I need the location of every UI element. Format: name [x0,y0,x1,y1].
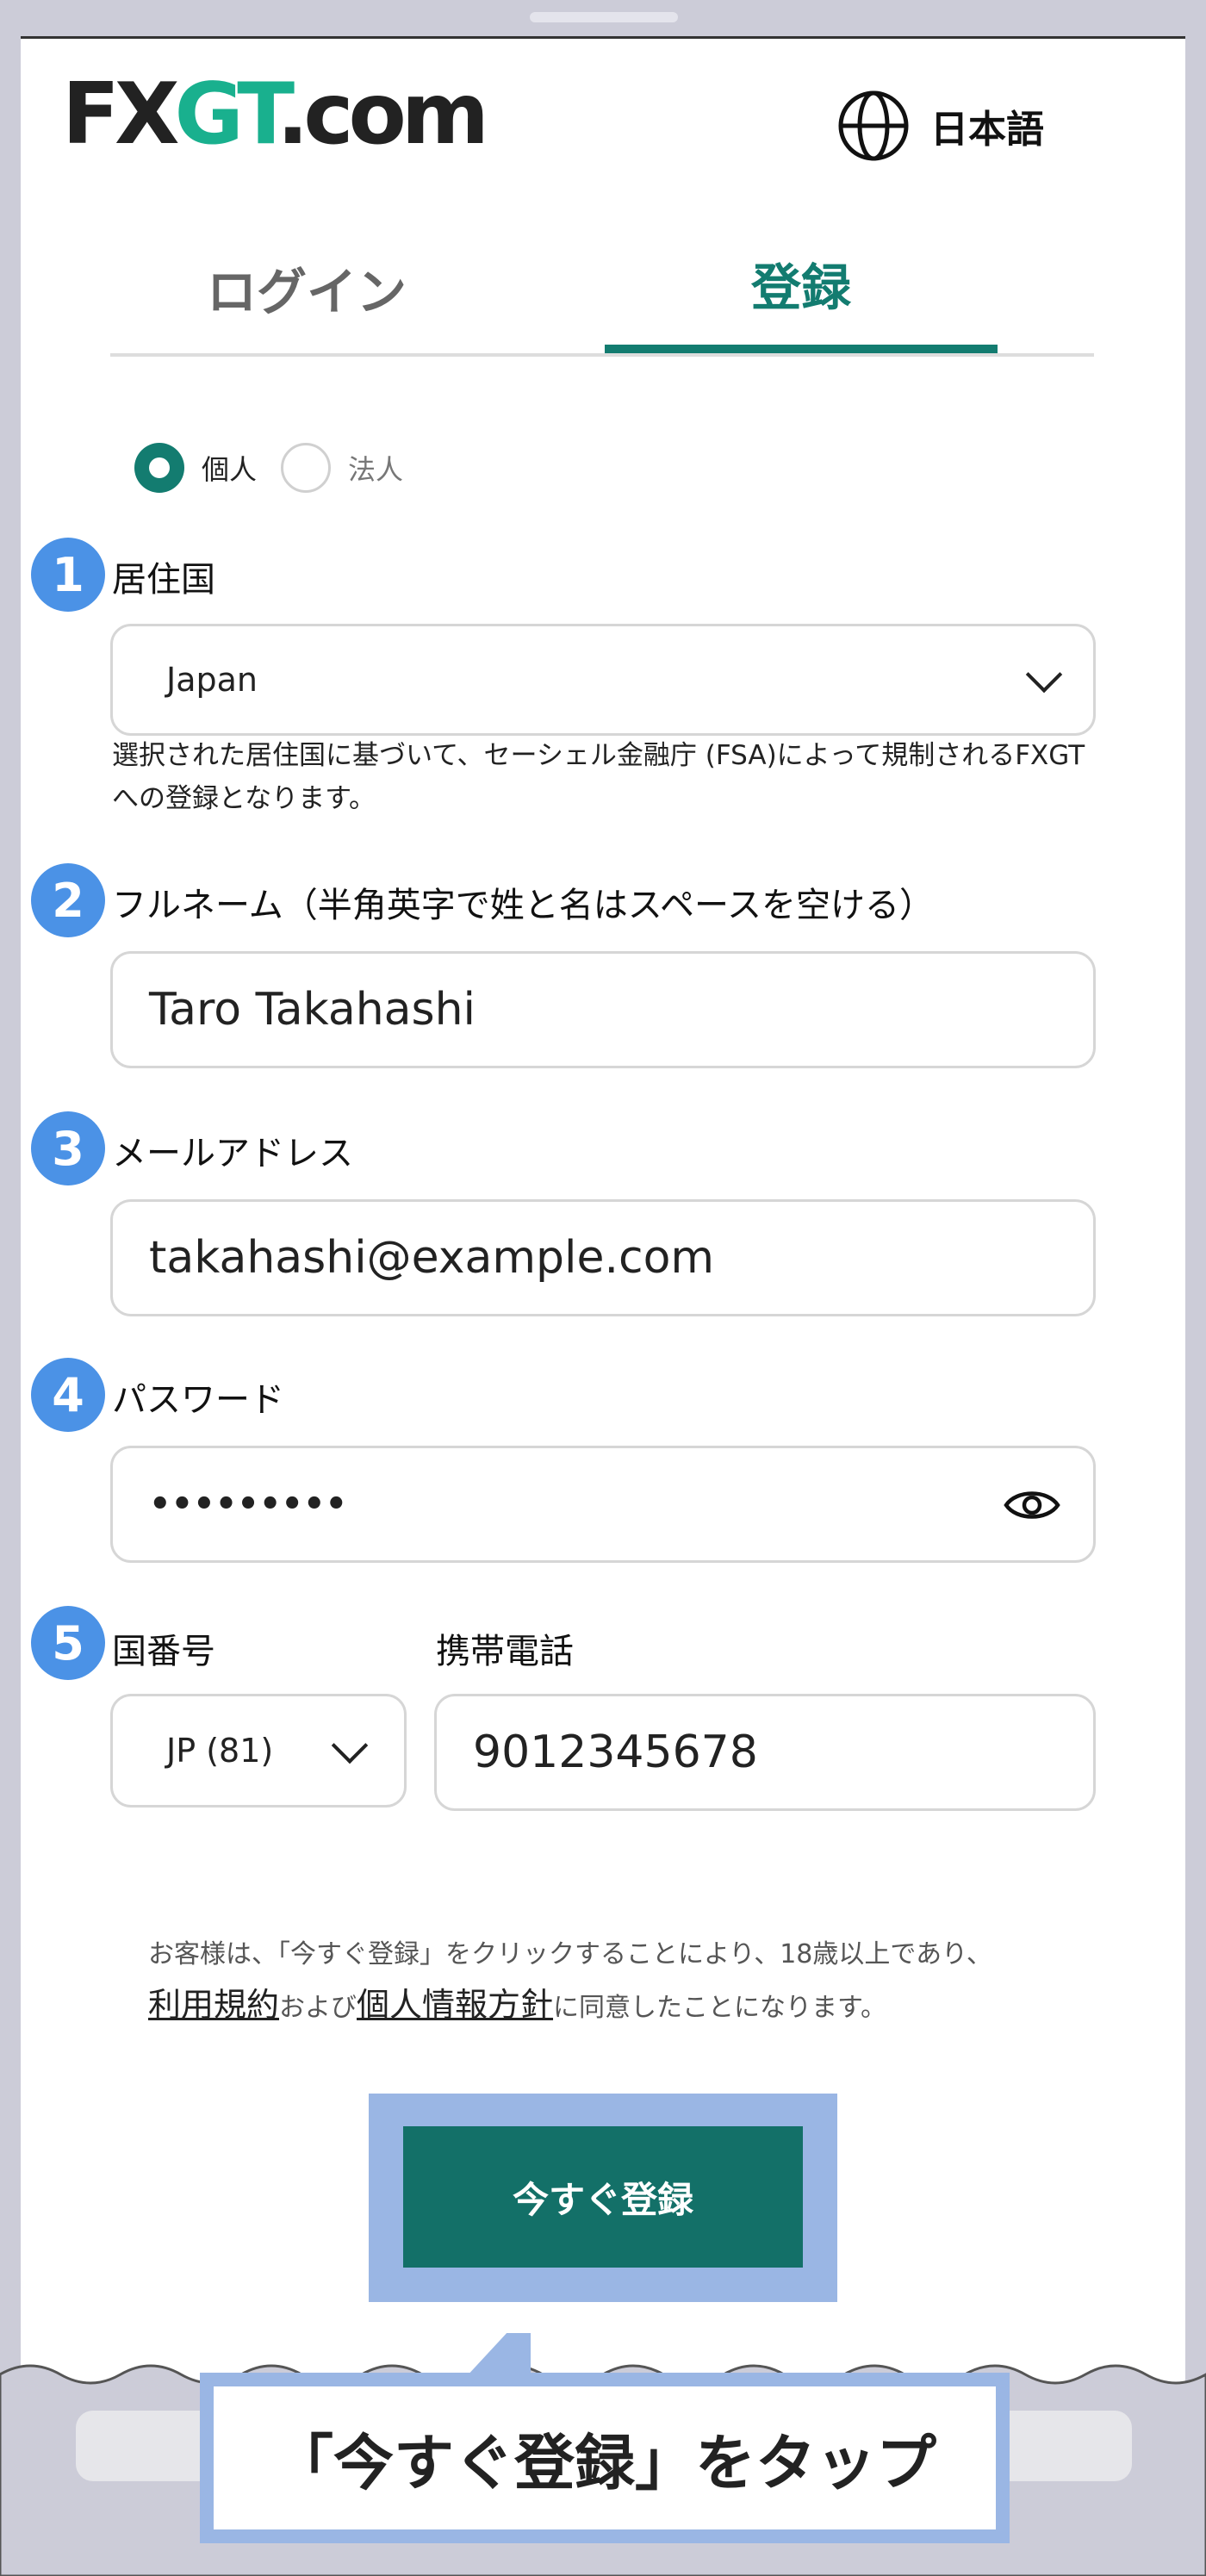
instruction-text: 「今すぐ登録」をタップ [214,2386,996,2529]
phone-notch [530,12,678,22]
eye-icon[interactable] [1004,1484,1060,1526]
mobile-value: 9012345678 [473,1727,758,1778]
step-badge-5: 5 [31,1606,105,1680]
fullname-input[interactable]: Taro Takahashi [110,951,1096,1068]
auth-tabs: ログイン 登録 [110,222,1094,357]
account-type-radios: 個人 法人 [134,439,427,496]
language-selector[interactable]: 日本語 [837,90,1044,162]
instruction-callout: 「今すぐ登録」をタップ [200,2373,1010,2543]
tab-register[interactable]: 登録 [605,222,998,353]
radio-individual[interactable] [134,443,184,493]
chevron-down-icon [331,1727,369,1764]
globe-icon [838,90,909,161]
step-badge-4: 4 [31,1358,105,1432]
country-value: Japan [166,661,258,699]
terms-link[interactable]: 利用規約 [148,1986,279,2024]
password-value: ••••••••• [149,1484,348,1524]
email-value: takahashi@example.com [149,1232,715,1284]
country-select[interactable]: Japan [110,624,1096,736]
country-label: 居住国 [112,560,215,600]
privacy-link[interactable]: 個人情報方針 [357,1986,553,2024]
country-code-label: 国番号 [112,1632,215,1671]
mobile-label: 携帯電話 [436,1632,574,1671]
email-label: メールアドレス [112,1134,353,1173]
password-input[interactable]: ••••••••• [110,1446,1096,1563]
fxgt-logo: FXGT.com [62,65,489,164]
country-code-value: JP (81) [166,1732,274,1770]
step-badge-2: 2 [31,863,105,937]
country-code-select[interactable]: JP (81) [110,1694,407,1808]
fullname-value: Taro Takahashi [149,984,476,1036]
password-label: パスワード [112,1380,284,1420]
chevron-down-icon [1025,656,1063,694]
language-label: 日本語 [930,108,1044,152]
fullname-label: フルネーム（半角英字で姓と名はスペースを空ける） [112,886,934,925]
radio-individual-label[interactable]: 個人 [202,448,257,488]
tab-login[interactable]: ログイン [110,222,503,353]
consent-text: お客様は、「今すぐ登録」をクリックすることにより、18歳以上であり、 利用規約お… [148,1939,992,2024]
mobile-input[interactable]: 9012345678 [434,1694,1096,1811]
step-badge-3: 3 [31,1111,105,1185]
step-badge-1: 1 [31,538,105,612]
radio-corporate-label[interactable]: 法人 [348,448,403,488]
country-note: 選択された居住国に基づいて、セーシェル金融庁 (FSA)によって規制されるFXG… [112,740,1085,814]
radio-corporate[interactable] [281,443,332,493]
email-input[interactable]: takahashi@example.com [110,1199,1096,1316]
register-now-button[interactable]: 今すぐ登録 [403,2126,803,2268]
